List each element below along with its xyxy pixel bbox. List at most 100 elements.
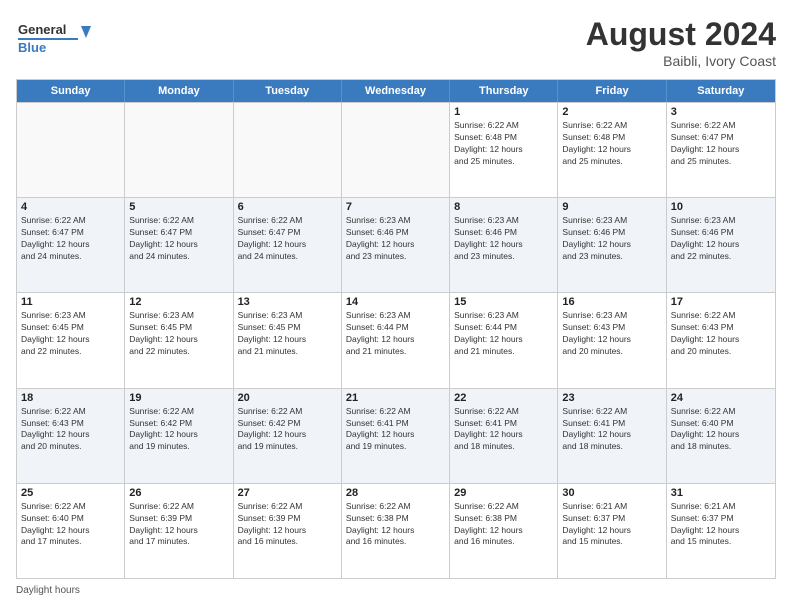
calendar-cell: 29Sunrise: 6:22 AM Sunset: 6:38 PM Dayli… <box>450 484 558 578</box>
calendar-cell: 30Sunrise: 6:21 AM Sunset: 6:37 PM Dayli… <box>558 484 666 578</box>
day-info: Sunrise: 6:22 AM Sunset: 6:47 PM Dayligh… <box>21 215 120 263</box>
calendar-header-cell: Sunday <box>17 80 125 102</box>
calendar-cell: 23 Sunrise: 6:22 AM Sunset: 6:41 PM Dayli… <box>558 389 666 483</box>
header: General Blue August 2024 Baibli, Ivory C… <box>16 16 776 69</box>
day-info: Sunrise: 6:22 AM Sunset: 6:41 PM Dayligh… <box>562 406 661 454</box>
calendar-cell <box>17 103 125 197</box>
calendar-cell: 26 Sunrise: 6:22 AM Sunset: 6:39 PM Dayli… <box>125 484 233 578</box>
calendar-cell: 18Sunrise: 6:22 AM Sunset: 6:43 PM Dayli… <box>17 389 125 483</box>
calendar-row: 4 Sunrise: 6:22 AM Sunset: 6:47 PM Daylig… <box>17 197 775 292</box>
calendar-cell: 5Sunrise: 6:22 AM Sunset: 6:47 PM Daylig… <box>125 198 233 292</box>
day-number: 19 <box>129 392 228 404</box>
day-info: Sunrise: 6:23 AM Sunset: 6:45 PM Dayligh… <box>21 310 120 358</box>
day-info: Sunrise: 6:22 AM Sunset: 6:43 PM Dayligh… <box>671 310 771 358</box>
calendar-header-cell: Wednesday <box>342 80 450 102</box>
day-number: 23 <box>562 392 661 404</box>
calendar-cell: 6 Sunrise: 6:22 AM Sunset: 6:47 PM Daylig… <box>234 198 342 292</box>
calendar-header: SundayMondayTuesdayWednesdayThursdayFrid… <box>17 80 775 102</box>
day-number: 25 <box>21 487 120 499</box>
day-info: Sunrise: 6:23 AM Sunset: 6:44 PM Dayligh… <box>454 310 553 358</box>
day-info: Sunrise: 6:23 AM Sunset: 6:45 PM Dayligh… <box>129 310 228 358</box>
day-number: 6 <box>238 201 337 213</box>
calendar-row: 1 Sunrise: 6:22 AM Sunset: 6:48 PM Daylig… <box>17 102 775 197</box>
day-number: 24 <box>671 392 771 404</box>
calendar-cell: 9 Sunrise: 6:23 AM Sunset: 6:46 PM Daylig… <box>558 198 666 292</box>
calendar-header-cell: Tuesday <box>234 80 342 102</box>
calendar-cell: 1 Sunrise: 6:22 AM Sunset: 6:48 PM Daylig… <box>450 103 558 197</box>
svg-text:Blue: Blue <box>18 40 46 55</box>
day-info: Sunrise: 6:22 AM Sunset: 6:47 PM Dayligh… <box>238 215 337 263</box>
calendar-cell: 14Sunrise: 6:23 AM Sunset: 6:44 PM Dayli… <box>342 293 450 387</box>
day-number: 22 <box>454 392 553 404</box>
calendar-cell: 15 Sunrise: 6:23 AM Sunset: 6:44 PM Dayli… <box>450 293 558 387</box>
calendar-cell: 21Sunrise: 6:22 AM Sunset: 6:41 PM Dayli… <box>342 389 450 483</box>
day-info: Sunrise: 6:22 AM Sunset: 6:38 PM Dayligh… <box>346 501 445 549</box>
logo: General Blue <box>16 16 96 56</box>
day-number: 26 <box>129 487 228 499</box>
calendar-cell <box>234 103 342 197</box>
day-info: Sunrise: 6:22 AM Sunset: 6:43 PM Dayligh… <box>21 406 120 454</box>
calendar-header-cell: Thursday <box>450 80 558 102</box>
calendar-cell: 24 Sunrise: 6:22 AM Sunset: 6:40 PM Dayli… <box>667 389 775 483</box>
calendar-cell: 2Sunrise: 6:22 AM Sunset: 6:48 PM Daylig… <box>558 103 666 197</box>
day-info: Sunrise: 6:22 AM Sunset: 6:48 PM Dayligh… <box>454 120 553 168</box>
calendar-cell: 7Sunrise: 6:23 AM Sunset: 6:46 PM Daylig… <box>342 198 450 292</box>
calendar-cell: 28 Sunrise: 6:22 AM Sunset: 6:38 PM Dayli… <box>342 484 450 578</box>
calendar-cell: 12 Sunrise: 6:23 AM Sunset: 6:45 PM Dayli… <box>125 293 233 387</box>
calendar-header-cell: Saturday <box>667 80 775 102</box>
day-number: 2 <box>562 106 661 118</box>
calendar: SundayMondayTuesdayWednesdayThursdayFrid… <box>16 79 776 579</box>
day-number: 13 <box>238 296 337 308</box>
day-number: 11 <box>21 296 120 308</box>
calendar-cell <box>342 103 450 197</box>
day-info: Sunrise: 6:22 AM Sunset: 6:41 PM Dayligh… <box>454 406 553 454</box>
svg-text:General: General <box>18 22 66 37</box>
calendar-row: 25 Sunrise: 6:22 AM Sunset: 6:40 PM Dayli… <box>17 483 775 578</box>
day-number: 7 <box>346 201 445 213</box>
day-info: Sunrise: 6:22 AM Sunset: 6:42 PM Dayligh… <box>129 406 228 454</box>
calendar-cell: 22 Sunrise: 6:22 AM Sunset: 6:41 PM Dayli… <box>450 389 558 483</box>
logo-svg: General Blue <box>16 16 96 56</box>
day-info: Sunrise: 6:22 AM Sunset: 6:47 PM Dayligh… <box>129 215 228 263</box>
location: Baibli, Ivory Coast <box>586 53 776 69</box>
calendar-cell: 10Sunrise: 6:23 AM Sunset: 6:46 PM Dayli… <box>667 198 775 292</box>
day-number: 12 <box>129 296 228 308</box>
calendar-body: 1 Sunrise: 6:22 AM Sunset: 6:48 PM Daylig… <box>17 102 775 578</box>
day-number: 15 <box>454 296 553 308</box>
footer-note: Daylight hours <box>16 585 776 596</box>
day-info: Sunrise: 6:23 AM Sunset: 6:45 PM Dayligh… <box>238 310 337 358</box>
day-info: Sunrise: 6:23 AM Sunset: 6:46 PM Dayligh… <box>671 215 771 263</box>
day-info: Sunrise: 6:23 AM Sunset: 6:46 PM Dayligh… <box>454 215 553 263</box>
calendar-cell: 13 Sunrise: 6:23 AM Sunset: 6:45 PM Dayli… <box>234 293 342 387</box>
day-info: Sunrise: 6:21 AM Sunset: 6:37 PM Dayligh… <box>562 501 661 549</box>
day-number: 3 <box>671 106 771 118</box>
day-info: Sunrise: 6:22 AM Sunset: 6:40 PM Dayligh… <box>21 501 120 549</box>
day-number: 1 <box>454 106 553 118</box>
calendar-cell: 25 Sunrise: 6:22 AM Sunset: 6:40 PM Dayli… <box>17 484 125 578</box>
calendar-cell: 31Sunrise: 6:21 AM Sunset: 6:37 PM Dayli… <box>667 484 775 578</box>
page: General Blue August 2024 Baibli, Ivory C… <box>0 0 792 612</box>
calendar-header-cell: Monday <box>125 80 233 102</box>
day-info: Sunrise: 6:22 AM Sunset: 6:47 PM Dayligh… <box>671 120 771 168</box>
day-number: 9 <box>562 201 661 213</box>
calendar-cell: 3 Sunrise: 6:22 AM Sunset: 6:47 PM Daylig… <box>667 103 775 197</box>
day-number: 4 <box>21 201 120 213</box>
calendar-cell: 27Sunrise: 6:22 AM Sunset: 6:39 PM Dayli… <box>234 484 342 578</box>
calendar-cell: 4 Sunrise: 6:22 AM Sunset: 6:47 PM Daylig… <box>17 198 125 292</box>
day-number: 28 <box>346 487 445 499</box>
day-info: Sunrise: 6:23 AM Sunset: 6:43 PM Dayligh… <box>562 310 661 358</box>
day-number: 20 <box>238 392 337 404</box>
day-info: Sunrise: 6:23 AM Sunset: 6:46 PM Dayligh… <box>562 215 661 263</box>
day-number: 14 <box>346 296 445 308</box>
calendar-cell: 8Sunrise: 6:23 AM Sunset: 6:46 PM Daylig… <box>450 198 558 292</box>
day-number: 17 <box>671 296 771 308</box>
calendar-cell: 17 Sunrise: 6:22 AM Sunset: 6:43 PM Dayli… <box>667 293 775 387</box>
month-year: August 2024 <box>586 16 776 53</box>
title-block: August 2024 Baibli, Ivory Coast <box>586 16 776 69</box>
day-info: Sunrise: 6:22 AM Sunset: 6:39 PM Dayligh… <box>129 501 228 549</box>
day-info: Sunrise: 6:22 AM Sunset: 6:41 PM Dayligh… <box>346 406 445 454</box>
calendar-cell: 11 Sunrise: 6:23 AM Sunset: 6:45 PM Dayli… <box>17 293 125 387</box>
calendar-cell <box>125 103 233 197</box>
calendar-cell: 20Sunrise: 6:22 AM Sunset: 6:42 PM Dayli… <box>234 389 342 483</box>
day-info: Sunrise: 6:22 AM Sunset: 6:40 PM Dayligh… <box>671 406 771 454</box>
